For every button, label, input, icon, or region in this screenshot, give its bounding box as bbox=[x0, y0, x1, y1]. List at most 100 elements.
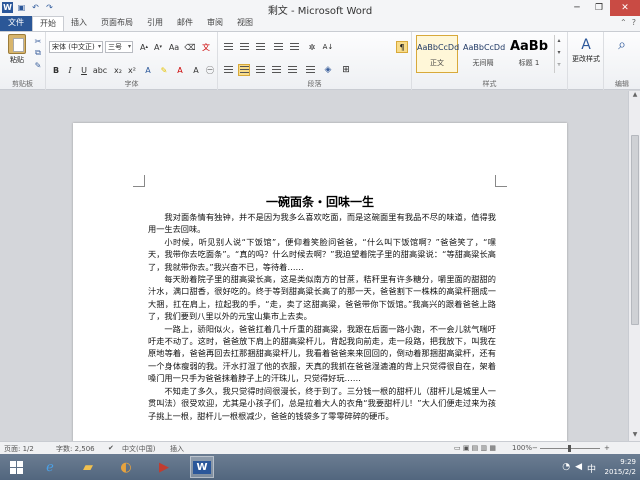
subscript-icon[interactable]: x₂ bbox=[112, 64, 124, 76]
tab-references[interactable]: 引用 bbox=[140, 16, 170, 31]
group-label-editing: 编辑 bbox=[615, 80, 629, 88]
align-right-icon[interactable] bbox=[254, 64, 266, 76]
scroll-down-icon[interactable]: ▼ bbox=[629, 431, 640, 441]
scroll-up-icon[interactable]: ▲ bbox=[629, 91, 640, 101]
tab-mailings[interactable]: 邮件 bbox=[170, 16, 200, 31]
bold-button[interactable]: B bbox=[50, 64, 62, 76]
status-bar: 页面: 1/2 字数: 2,506 ✔ 中文(中国) 插入 ▭ ▣ ▤ ▥ ▦ … bbox=[0, 441, 640, 454]
tab-page-layout[interactable]: 页面布局 bbox=[94, 16, 140, 31]
paragraph[interactable]: 不知走了多久，我只觉得时间很漫长，终于到了。三分钱一根的甜杆儿（甜杆儿是城里人一… bbox=[148, 385, 496, 422]
network-icon[interactable]: ◔ bbox=[562, 462, 570, 475]
superscript-icon[interactable]: x² bbox=[126, 64, 138, 76]
style-heading-1[interactable]: AaBb 标题 1 bbox=[508, 35, 550, 73]
clear-format-icon[interactable]: ⌫ bbox=[184, 41, 196, 53]
highlight-icon[interactable]: ✎ bbox=[158, 64, 170, 76]
underline-button[interactable]: U bbox=[78, 64, 90, 76]
increase-indent-icon[interactable] bbox=[288, 41, 300, 53]
tab-review[interactable]: 审阅 bbox=[200, 16, 230, 31]
language[interactable]: 中文(中国) bbox=[122, 444, 155, 454]
document-body[interactable]: 我对面条情有独钟，并不是因为我多么喜欢吃面，而是这碗面里有我品不尽的味道，值得我… bbox=[148, 211, 496, 422]
paragraph[interactable]: 我对面条情有独钟，并不是因为我多么喜欢吃面，而是这碗面里有我品不尽的味道，值得我… bbox=[148, 211, 496, 236]
change-styles-button[interactable]: A 更改样式 bbox=[570, 36, 602, 64]
word-count[interactable]: 字数: 2,506 bbox=[56, 444, 95, 454]
help-icon[interactable]: ? bbox=[632, 18, 636, 27]
tab-insert[interactable]: 插入 bbox=[64, 16, 94, 31]
editing-group: ⌕ 编辑 bbox=[604, 32, 640, 90]
find-button[interactable]: ⌕ bbox=[606, 36, 638, 54]
paragraph[interactable]: 小时候，听见别人说“下饭馆”，便仰着笑脸问爸爸，“什么叫下饭馆啊？”爸爸笑了，“… bbox=[148, 236, 496, 273]
clock[interactable]: 9:29 2015/2/2 bbox=[605, 457, 636, 477]
multilevel-list-icon[interactable] bbox=[254, 41, 266, 53]
close-button[interactable]: ✕ bbox=[610, 0, 640, 16]
group-label-styles: 样式 bbox=[482, 80, 497, 88]
tab-view[interactable]: 视图 bbox=[230, 16, 260, 31]
video-icon[interactable]: ▶ bbox=[152, 456, 176, 478]
decrease-indent-icon[interactable] bbox=[272, 41, 284, 53]
ie-icon[interactable]: ℯ bbox=[38, 456, 62, 478]
media-icon[interactable]: ◐ bbox=[114, 456, 138, 478]
cut-icon[interactable]: ✂ bbox=[32, 36, 44, 46]
zoom-slider-handle[interactable] bbox=[568, 445, 571, 452]
ime-indicator[interactable]: 中 bbox=[587, 462, 596, 475]
align-left-icon[interactable] bbox=[222, 64, 234, 76]
paste-button[interactable]: 粘贴 bbox=[4, 34, 30, 66]
chinese-layout-icon[interactable]: ✲ bbox=[306, 41, 318, 53]
grow-font-icon[interactable]: A ▴ bbox=[138, 41, 150, 53]
margin-mark bbox=[495, 175, 507, 187]
vertical-scrollbar[interactable]: ▲ ▼ bbox=[628, 91, 640, 441]
folder-icon[interactable]: ▰ bbox=[76, 456, 100, 478]
align-center-icon[interactable] bbox=[238, 64, 250, 76]
strikethrough-icon[interactable]: abc bbox=[93, 64, 107, 76]
scroll-thumb[interactable] bbox=[631, 135, 639, 325]
numbering-icon[interactable] bbox=[238, 41, 250, 53]
zoom-in-icon[interactable]: + bbox=[604, 444, 610, 452]
show-marks-icon[interactable]: ¶ bbox=[396, 41, 408, 53]
view-buttons[interactable]: ▭ ▣ ▤ ▥ ▦ bbox=[454, 444, 496, 452]
tab-home[interactable]: 开始 bbox=[32, 16, 64, 31]
styles-gallery-scroll[interactable]: ▴ ▾ ▿ bbox=[554, 35, 563, 73]
italic-button[interactable]: I bbox=[64, 64, 76, 76]
windows-logo-icon bbox=[9, 460, 23, 474]
borders-icon[interactable]: ⊞ bbox=[340, 64, 352, 76]
maximize-button[interactable]: ❐ bbox=[588, 0, 610, 16]
start-button[interactable] bbox=[4, 456, 28, 478]
line-spacing-icon[interactable] bbox=[304, 64, 316, 76]
word-taskbar-button[interactable]: W bbox=[190, 456, 214, 478]
copy-icon[interactable]: ⧉ bbox=[32, 48, 44, 58]
minimize-button[interactable]: ─ bbox=[566, 0, 588, 16]
document-page[interactable]: 一碗面条・回味一生 我对面条情有独钟，并不是因为我多么喜欢吃面，而是这碗面里有我… bbox=[73, 123, 567, 441]
paragraph[interactable]: 每天盼着院子里的甜高粱长高，这是类似南方的甘蔗，秸秆里有许多糖分，嚼里面的甜甜的… bbox=[148, 273, 496, 323]
volume-icon[interactable]: ◀ bbox=[575, 462, 582, 475]
shading-icon[interactable]: ◈ bbox=[322, 64, 334, 76]
change-case-icon[interactable]: Aa bbox=[168, 41, 180, 53]
document-area[interactable]: 一碗面条・回味一生 我对面条情有独钟，并不是因为我多么喜欢吃面，而是这碗面里有我… bbox=[0, 91, 628, 441]
font-size-combo[interactable]: 三号 ▾ bbox=[105, 41, 133, 53]
distributed-icon[interactable] bbox=[286, 64, 298, 76]
justify-icon[interactable] bbox=[270, 64, 282, 76]
format-painter-icon[interactable]: ✎ bbox=[32, 60, 44, 70]
char-shading-icon[interactable]: A bbox=[190, 64, 202, 76]
bullets-icon[interactable] bbox=[222, 41, 234, 53]
style-normal[interactable]: AaBbCcDd 正文 bbox=[416, 35, 459, 73]
sort-icon[interactable]: A↓ bbox=[322, 41, 334, 53]
paragraph[interactable]: 一路上，骄阳似火，爸爸扛着几十斤重的甜高粱，我跟在后面一路小跑，不一会儿就气喘吁… bbox=[148, 323, 496, 385]
tab-file[interactable]: 文件 bbox=[0, 16, 32, 31]
insert-mode[interactable]: 插入 bbox=[170, 444, 184, 454]
text-effects-icon[interactable]: A bbox=[142, 64, 154, 76]
shrink-font-icon[interactable]: A ▾ bbox=[152, 41, 164, 53]
minimize-ribbon-icon[interactable]: ⌃ bbox=[620, 18, 627, 27]
zoom-out-icon[interactable]: − bbox=[532, 444, 538, 452]
margin-mark bbox=[133, 175, 145, 187]
zoom-level[interactable]: 100% bbox=[512, 444, 532, 452]
paste-icon bbox=[8, 34, 26, 54]
font-name-combo[interactable]: 宋体 (中文正) ▾ bbox=[49, 41, 103, 53]
enclose-char-icon[interactable]: ㊀ bbox=[204, 64, 216, 76]
document-title[interactable]: 一碗面条・回味一生 bbox=[73, 193, 567, 210]
phonetic-icon[interactable]: 文 bbox=[200, 41, 212, 53]
page-count[interactable]: 页面: 1/2 bbox=[4, 444, 34, 454]
taskbar: ℯ ▰ ◐ ▶ W ◔ ◀ 中 9:29 2015/2/2 bbox=[0, 454, 640, 480]
system-tray: ◔ ◀ 中 bbox=[562, 462, 596, 475]
style-no-spacing[interactable]: AaBbCcDd 无间隔 bbox=[462, 35, 505, 73]
font-color-icon[interactable]: A bbox=[174, 64, 186, 76]
proofing-icon[interactable]: ✔ bbox=[108, 444, 114, 452]
